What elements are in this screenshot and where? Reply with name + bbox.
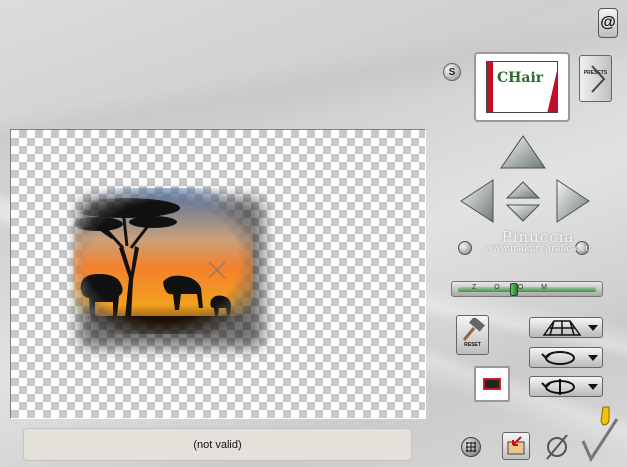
grid-icon[interactable] [461,437,481,457]
preview-image [73,188,263,348]
help-glyph: @ [600,14,616,31]
rotate-icon [541,351,575,365]
folder-open-icon [507,436,525,455]
s-button[interactable]: S [443,63,461,81]
rotate-dropdown[interactable] [529,347,603,368]
reset-label: RESET [464,342,481,348]
thumbnail-image: CHair [486,61,558,113]
cancel-icon[interactable] [543,433,571,461]
perspective-grid-icon [542,320,582,336]
status-bar: (not valid) [23,428,412,461]
preview-canvas[interactable] [10,129,426,419]
thumbnail-preview[interactable]: CHair [474,52,570,122]
chevron-down-icon [588,384,598,390]
hammer-icon [462,318,485,341]
mini-image-icon [483,378,501,390]
mini-preview-button[interactable] [474,366,510,402]
zoom-thumb[interactable] [510,283,518,296]
thumbnail-text: CHair [497,70,544,86]
ok-check-icon[interactable] [577,405,621,463]
s-label: S [448,66,456,78]
status-text: (not valid) [193,438,242,451]
watermark: Pinuccia www.maidiregrafica.eu [448,228,627,254]
right-arrow-icon[interactable] [555,178,591,224]
flip-dropdown[interactable] [529,376,603,397]
chevron-down-icon [588,325,598,331]
grid-lines [466,442,476,452]
watermark-url: www.maidiregrafica.eu [485,244,591,254]
center-up-icon[interactable] [505,180,541,200]
down-arrow-icon[interactable] [505,203,541,223]
chevron-down-icon [588,355,598,361]
center-cross-icon [208,261,226,279]
presets-button[interactable]: PRESETS [579,55,612,102]
reset-button[interactable]: RESET [456,315,489,355]
zoom-slider[interactable]: ZOOM [451,281,603,297]
left-arrow-icon[interactable] [459,178,495,224]
open-button[interactable] [502,432,530,460]
help-icon[interactable]: @ [598,8,618,38]
perspective-grid-dropdown[interactable] [529,317,603,338]
up-arrow-icon[interactable] [499,134,547,170]
chevron-right-icon [591,65,606,93]
zoom-label: ZOOM [472,284,565,291]
flip-icon [541,379,575,395]
